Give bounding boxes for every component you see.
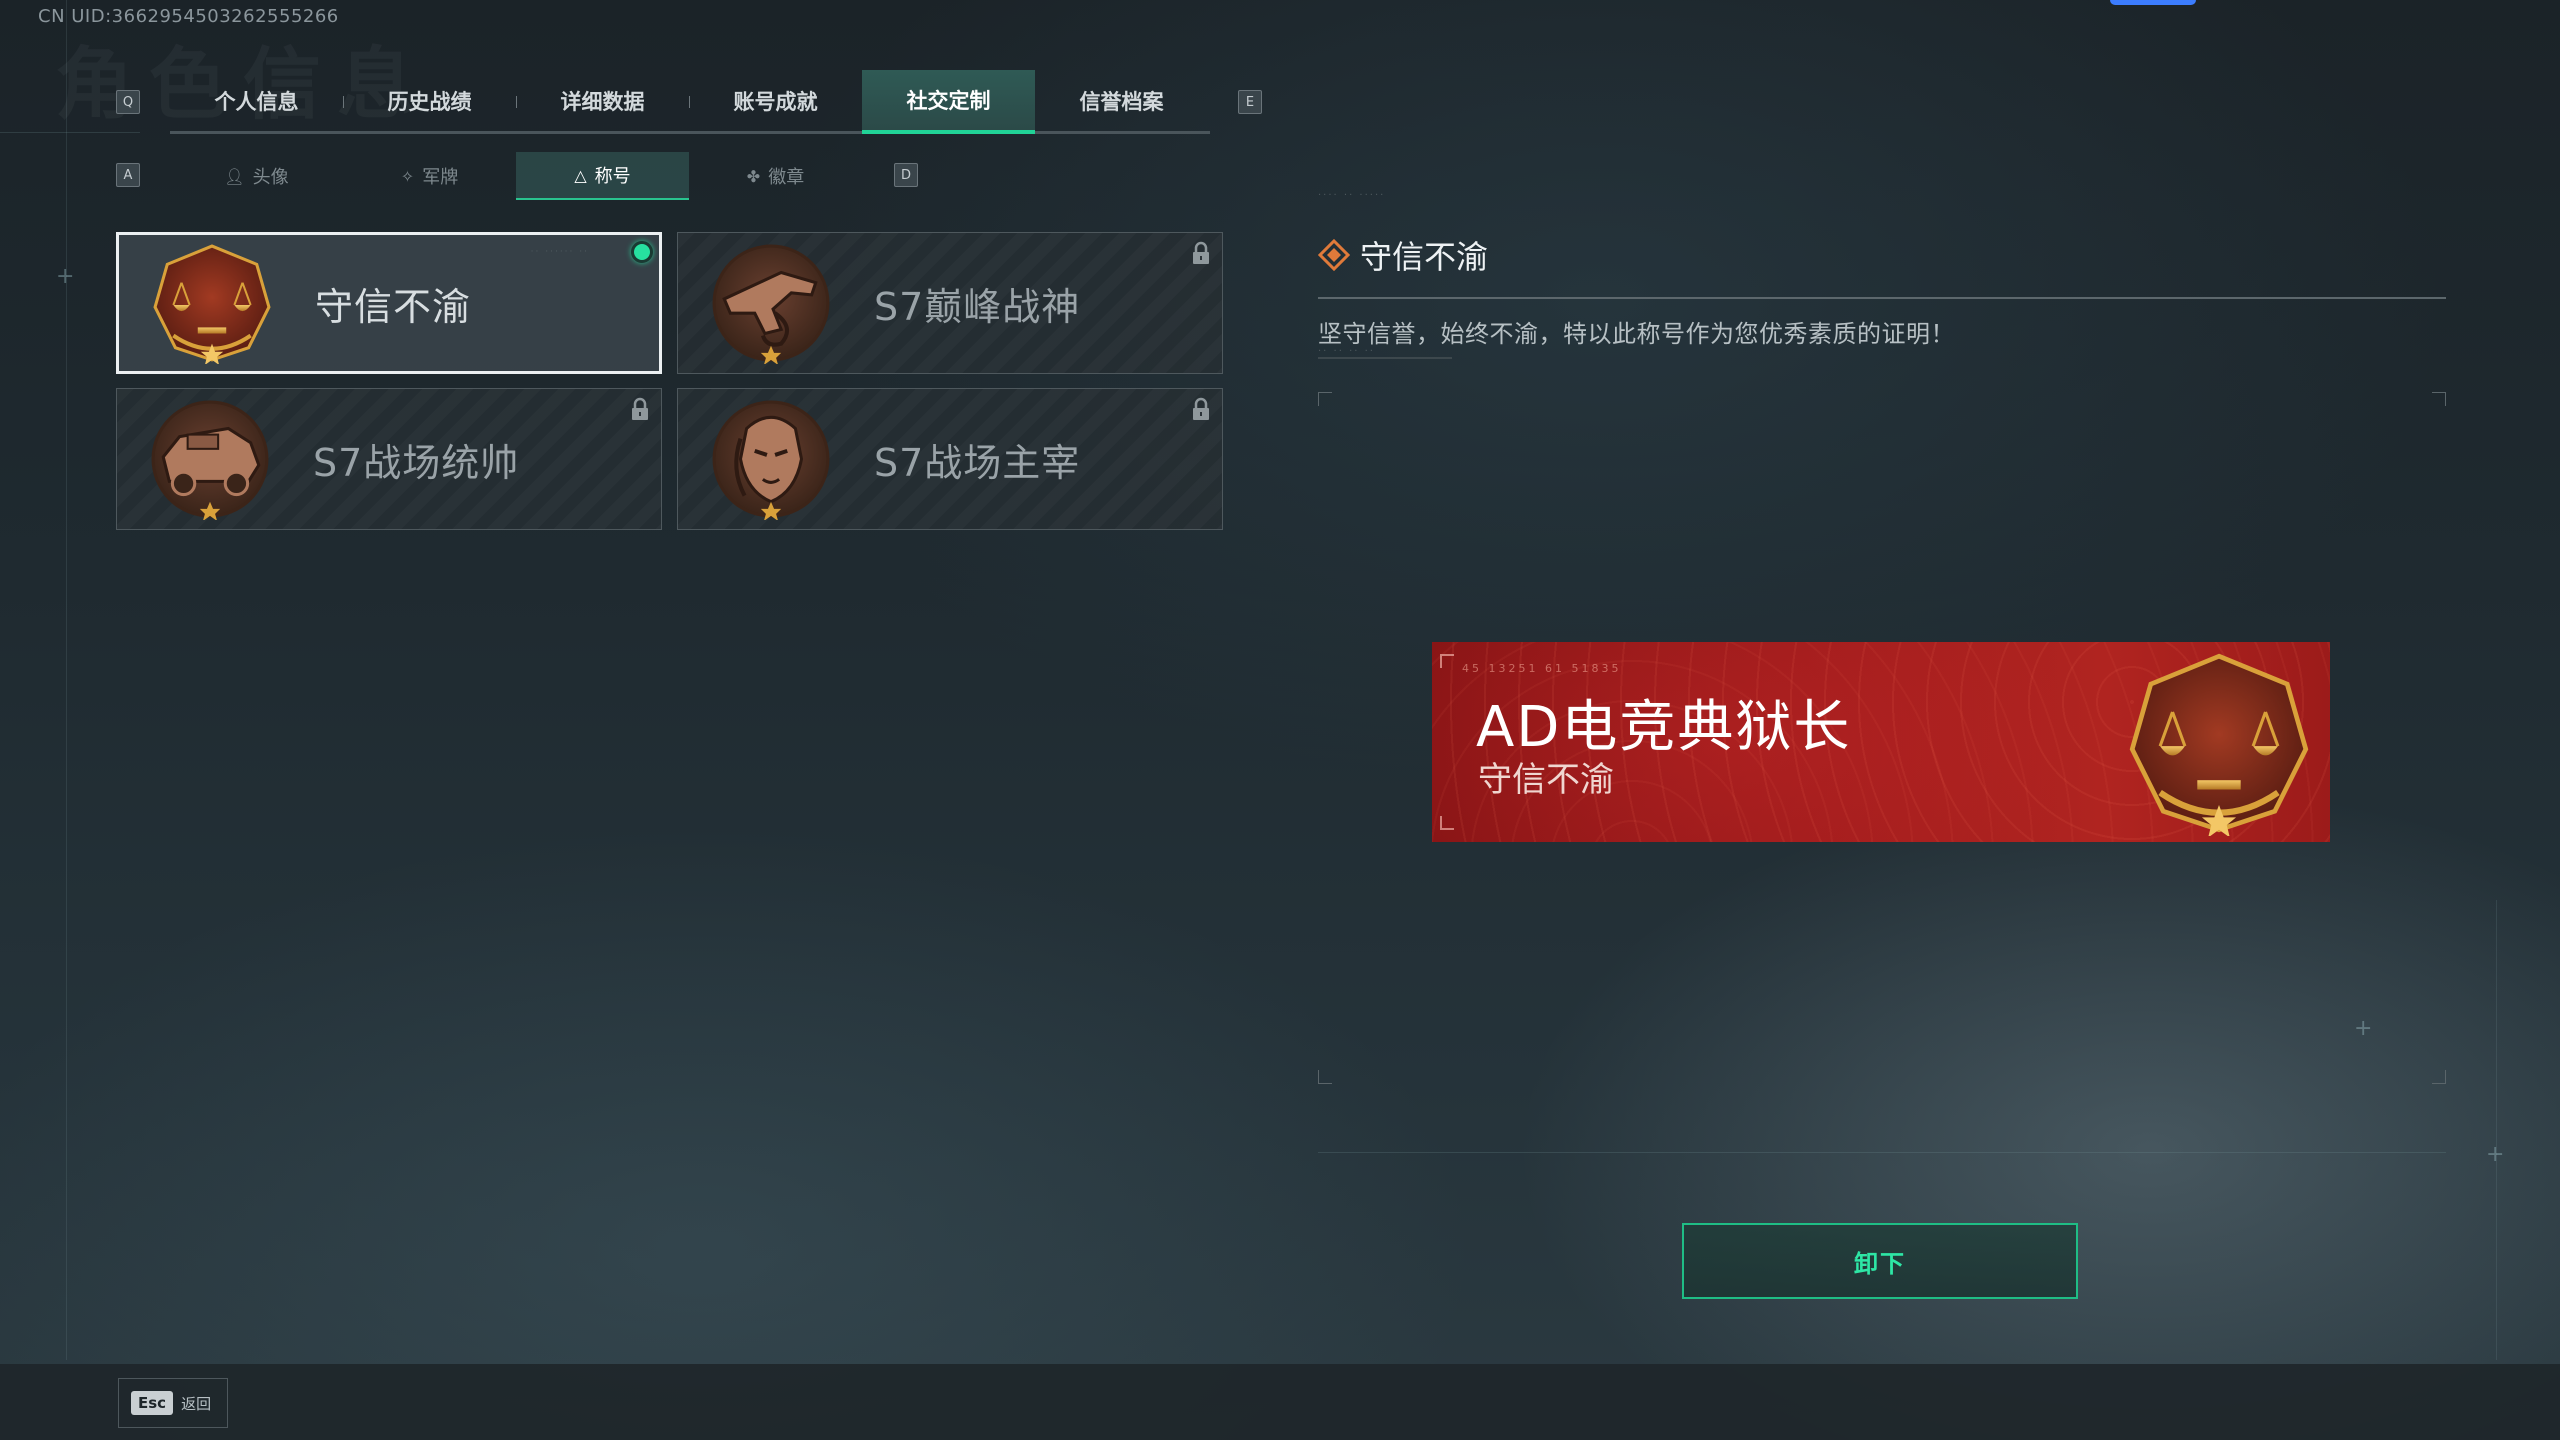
prev-subtab-key[interactable]: A — [116, 163, 140, 187]
hud-line — [2496, 900, 2497, 1360]
subtab-dogtag[interactable]: ✧ 军牌 — [343, 152, 516, 200]
detail-header: 守信不渝 — [1318, 232, 1488, 278]
banner-corner — [1440, 654, 1454, 668]
lock-icon — [1193, 241, 1209, 264]
title-card-selected[interactable]: 守信不渝 ·· ······ ·· — [116, 232, 662, 374]
banner-code: 45 13251 61 51835 — [1462, 662, 1622, 675]
panel-corner — [2432, 1070, 2446, 1084]
prev-tab-key[interactable]: Q — [116, 90, 140, 114]
panel-corner — [2432, 392, 2446, 406]
title-card[interactable]: S7战场主宰 — [677, 388, 1223, 530]
warrior-emblem-icon — [710, 398, 832, 522]
title-card[interactable]: S7巅峰战神 — [677, 232, 1223, 374]
title-name: 守信不渝 — [315, 284, 472, 329]
scales-emblem-icon — [2126, 650, 2312, 838]
esc-key: Esc — [131, 1391, 174, 1415]
subtab-label: 头像 — [252, 167, 289, 188]
hud-plus-mark: + — [2354, 1016, 2373, 1041]
title-name: S7战场统帅 — [313, 440, 520, 485]
panel-corner — [1318, 1070, 1332, 1084]
top-accent-bar — [2110, 0, 2196, 5]
diamond-icon — [1318, 239, 1350, 271]
tab-credit-record[interactable]: 信誉档案 — [1035, 70, 1208, 131]
tab-social-custom[interactable]: 社交定制 — [862, 70, 1035, 134]
title-card[interactable]: S7战场统帅 — [116, 388, 662, 530]
tab-match-history[interactable]: 历史战绩 — [343, 70, 516, 131]
title-name: S7巅峰战神 — [874, 284, 1081, 329]
detail-description: 坚守信誉，始终不渝，特以此称号作为您优秀素质的证明！ — [1318, 320, 1955, 348]
hud-line — [66, 0, 67, 1360]
main-tabs: 个人信息 历史战绩 详细数据 账号成就 社交定制 信誉档案 — [170, 70, 1210, 134]
back-label: 返回 — [181, 1394, 212, 1413]
title-icon: △ — [574, 165, 587, 185]
tab-detailed-stats[interactable]: 详细数据 — [516, 70, 689, 131]
sub-tabs: 👤︎ 头像 ✧ 军牌 △ 称号 ✤ 徽章 — [170, 152, 864, 200]
subtab-label: 称号 — [594, 166, 631, 187]
bottom-bar — [0, 1364, 2560, 1440]
detail-deco-code: ·· ·· ·· ·· — [1318, 346, 1452, 359]
equipped-indicator-icon — [631, 241, 653, 263]
vehicle-emblem-icon — [149, 398, 271, 522]
back-button[interactable]: Esc 返回 — [118, 1378, 228, 1428]
panel-corner — [1318, 392, 1332, 406]
gun-emblem-icon — [710, 242, 832, 366]
subtab-badge[interactable]: ✤ 徽章 — [689, 152, 862, 200]
badge-icon: ✤ — [746, 166, 761, 186]
detail-title: 守信不渝 — [1360, 238, 1489, 276]
divider — [1318, 297, 2446, 299]
lock-icon — [632, 397, 648, 420]
next-tab-key[interactable]: E — [1238, 90, 1262, 114]
hud-line — [1318, 1152, 2446, 1153]
tab-personal-info[interactable]: 个人信息 — [170, 70, 343, 131]
subtab-label: 军牌 — [422, 167, 459, 188]
next-subtab-key[interactable]: D — [894, 163, 918, 187]
subtab-title[interactable]: △ 称号 — [516, 152, 689, 200]
hud-plus-mark: + — [2486, 1142, 2505, 1167]
tab-achievements[interactable]: 账号成就 — [689, 70, 862, 131]
person-icon: 👤︎ — [224, 166, 245, 186]
user-uid: CN UID:3662954503262555266 — [38, 6, 339, 27]
subtab-avatar[interactable]: 👤︎ 头像 — [170, 152, 343, 200]
lock-icon — [1193, 397, 1209, 420]
nameplate-preview: 45 13251 61 51835 AD电竞典狱长 守信不渝 — [1432, 642, 2330, 842]
dogtag-icon: ✧ — [400, 166, 415, 186]
title-name: S7战场主宰 — [874, 440, 1081, 485]
banner-title: 守信不渝 — [1478, 760, 1614, 800]
subtab-label: 徽章 — [768, 167, 805, 188]
banner-corner — [1440, 816, 1454, 830]
scales-emblem-icon — [151, 242, 273, 366]
hud-plus-mark: + — [56, 264, 75, 289]
unequip-button[interactable]: 卸下 — [1682, 1223, 2078, 1299]
card-code: ·· ······ ·· — [530, 247, 589, 257]
detail-deco-code: ···· ·· ····· — [1318, 190, 1386, 201]
banner-player-name: AD电竞典狱长 — [1476, 695, 1852, 760]
